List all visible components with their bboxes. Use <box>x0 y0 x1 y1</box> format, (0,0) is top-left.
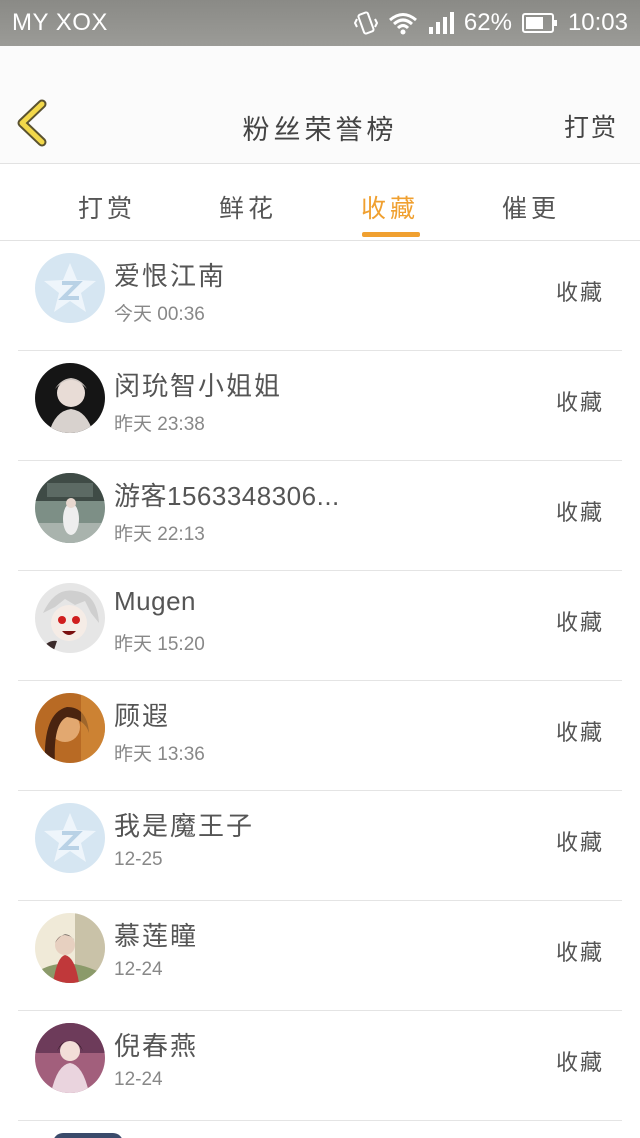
action-label: 收藏 <box>555 721 604 746</box>
next-avatar-partial <box>53 1133 123 1138</box>
reward-button[interactable]: 打赏 <box>564 108 618 144</box>
avatar <box>35 803 105 873</box>
signal-icon <box>428 11 454 35</box>
active-tab-indicator <box>362 232 420 237</box>
status-icons: 62% 10:03 <box>353 8 628 38</box>
tab-bar: 打赏 鲜花 收藏 催更 <box>0 165 640 241</box>
user-name: 游客1563348306... <box>114 481 340 511</box>
action-label: 收藏 <box>555 391 604 416</box>
avatar <box>35 913 105 983</box>
user-name: Mugen <box>114 586 196 616</box>
tab-reward[interactable]: 打赏 <box>47 189 167 225</box>
user-name: 闵玧智小姐姐 <box>114 372 283 402</box>
action-label: 收藏 <box>555 611 604 636</box>
timestamp: 昨天 23:38 <box>114 414 205 435</box>
wifi-icon <box>388 11 418 35</box>
avatar <box>35 1023 105 1093</box>
timestamp: 昨天 15:20 <box>114 634 205 655</box>
vibrate-icon <box>353 10 378 36</box>
list-item[interactable]: 游客1563348306... 昨天 22:13 收藏 <box>18 461 622 571</box>
user-name: 慕莲瞳 <box>114 922 199 952</box>
battery-percent: 62% <box>463 9 512 36</box>
timestamp: 今天 00:36 <box>114 304 205 325</box>
action-label: 收藏 <box>555 501 604 526</box>
user-name: 倪春燕 <box>114 1032 199 1062</box>
battery-icon <box>521 12 558 34</box>
avatar <box>35 583 105 653</box>
tab-favorites[interactable]: 收藏 <box>330 189 450 225</box>
action-label: 收藏 <box>555 281 604 306</box>
timestamp: 12-24 <box>114 959 163 980</box>
list-item[interactable]: 我是魔王子 12-25 收藏 <box>18 791 622 901</box>
avatar <box>35 253 105 323</box>
user-name: 顾遐 <box>114 702 171 732</box>
list-item[interactable]: 顾遐 昨天 13:36 收藏 <box>18 681 622 791</box>
status-bar: MY XOX 62% 10:03 <box>0 0 640 46</box>
tab-flowers[interactable]: 鲜花 <box>188 189 308 225</box>
action-label: 收藏 <box>555 941 604 966</box>
avatar <box>35 473 105 543</box>
list-item[interactable]: 慕莲瞳 12-24 收藏 <box>18 901 622 1011</box>
list-item[interactable]: 倪春燕 12-24 收藏 <box>18 1011 622 1121</box>
list-item[interactable]: 闵玧智小姐姐 昨天 23:38 收藏 <box>18 351 622 461</box>
tab-urge-update[interactable]: 催更 <box>471 189 591 225</box>
action-label: 收藏 <box>555 831 604 856</box>
avatar <box>35 363 105 433</box>
avatar <box>35 693 105 763</box>
action-label: 收藏 <box>555 1051 604 1076</box>
user-name: 我是魔王子 <box>114 812 255 842</box>
fan-list: 爱恨江南 今天 00:36 收藏 闵玧智小姐姐 昨天 23:38 收藏 游客15… <box>0 241 640 1121</box>
nav-header: 粉丝荣誉榜 打赏 <box>0 46 640 164</box>
timestamp: 昨天 13:36 <box>114 744 205 765</box>
timestamp: 昨天 22:13 <box>114 524 205 545</box>
timestamp: 12-25 <box>114 849 163 870</box>
list-item[interactable]: 爱恨江南 今天 00:36 收藏 <box>18 241 622 351</box>
list-item[interactable]: Mugen 昨天 15:20 收藏 <box>18 571 622 681</box>
user-name: 爱恨江南 <box>114 262 227 292</box>
carrier-name: MY XOX <box>12 9 108 36</box>
clock: 10:03 <box>567 9 628 36</box>
timestamp: 12-24 <box>114 1069 163 1090</box>
page-title: 粉丝荣誉榜 <box>242 115 398 146</box>
